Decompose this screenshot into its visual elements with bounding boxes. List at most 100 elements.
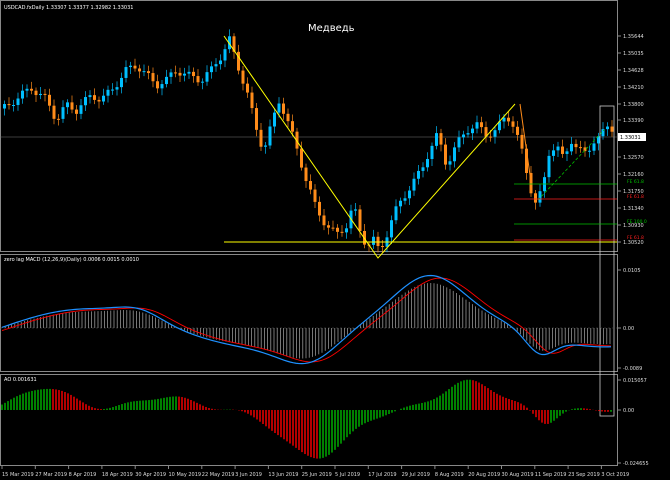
candle-body xyxy=(430,145,434,159)
candle-body xyxy=(610,126,614,132)
candle-body xyxy=(120,77,123,88)
candle-body xyxy=(457,137,461,148)
candle-body xyxy=(291,121,294,132)
candle-body xyxy=(277,103,281,113)
candle-body xyxy=(223,49,227,61)
date-tick-label: 13 Jun 2019 xyxy=(268,472,298,478)
candle-body xyxy=(300,148,303,168)
price-tick-label: 1.33800 xyxy=(623,102,644,108)
candle-body xyxy=(547,155,551,178)
date-tick-label: 20 Aug 2019 xyxy=(468,472,500,478)
candle-body xyxy=(34,90,38,96)
candle-body xyxy=(268,126,272,146)
candle-body xyxy=(282,103,285,114)
candle-body xyxy=(210,66,213,73)
candle-body xyxy=(516,126,519,135)
candle-body xyxy=(556,146,560,151)
candle-body xyxy=(97,99,101,102)
candle-body xyxy=(250,92,254,109)
fib-label: FE 61.8 xyxy=(627,235,644,241)
main-pane[interactable] xyxy=(0,0,618,252)
current-price-label: 1.33031 xyxy=(620,135,641,141)
candle-body xyxy=(570,143,573,152)
candle-body xyxy=(507,117,510,122)
price-tick-label: 1.34628 xyxy=(623,68,644,74)
macd-tick-label: -0.0089 xyxy=(623,366,642,372)
candle-body xyxy=(466,133,470,135)
candle-body xyxy=(579,147,582,149)
candle-body xyxy=(3,104,6,109)
candle-body xyxy=(174,72,177,74)
candle-body xyxy=(453,147,456,162)
candle-body xyxy=(84,97,87,106)
candle-body xyxy=(538,191,542,203)
candle-body xyxy=(381,246,384,248)
candle-body xyxy=(201,81,204,83)
candle-body xyxy=(142,71,146,73)
candle-body xyxy=(12,104,15,106)
ao-tick-label: 0.015057 xyxy=(623,378,647,384)
date-tick-label: 27 Mar 2019 xyxy=(35,472,67,478)
trading-chart[interactable]: USDCAD.fxDaily 1.33307 1.33377 1.32982 1… xyxy=(0,0,670,480)
candle-body xyxy=(169,72,173,77)
candle-body xyxy=(376,236,380,247)
date-tick-label: 17 Jul 2019 xyxy=(368,472,396,478)
candle-body xyxy=(151,73,155,82)
candle-body xyxy=(255,108,258,130)
candle-body xyxy=(160,84,164,89)
candle-body xyxy=(241,70,245,84)
price-tick-label: 1.34210 xyxy=(623,85,644,91)
candle-body xyxy=(66,102,69,108)
candle-body xyxy=(16,98,20,105)
ao-tick-label: 0.00 xyxy=(623,408,634,414)
candle-body xyxy=(412,178,416,191)
ao-pane[interactable] xyxy=(0,374,618,466)
candle-body xyxy=(111,89,114,91)
candle-body xyxy=(489,136,492,138)
candle-body xyxy=(43,93,47,95)
macd-tick-label: 0.00 xyxy=(623,326,634,332)
price-tick-label: 1.35035 xyxy=(623,51,644,57)
date-tick-label: 11 Sep 2019 xyxy=(535,472,567,478)
candle-body xyxy=(273,112,276,127)
candle-body xyxy=(322,215,326,226)
date-tick-label: 8 Apr 2019 xyxy=(69,472,97,478)
candle-body xyxy=(21,90,24,99)
candle-body xyxy=(70,102,74,110)
candle-body xyxy=(408,190,411,199)
candle-body xyxy=(552,150,555,156)
candle-body xyxy=(264,145,267,147)
candle-body xyxy=(156,81,159,89)
candle-body xyxy=(102,95,105,102)
price-tick-label: 1.31340 xyxy=(623,206,644,212)
candle-body xyxy=(115,87,119,90)
candle-body xyxy=(520,134,524,149)
date-tick-label: 3 Jun 2019 xyxy=(235,472,262,478)
candle-body xyxy=(372,236,375,245)
candle-body xyxy=(354,209,357,211)
date-tick-label: 30 Aug 2019 xyxy=(502,472,534,478)
candle-body xyxy=(25,88,29,91)
candle-body xyxy=(444,144,447,165)
candle-body xyxy=(394,206,398,221)
candle-body xyxy=(196,76,200,83)
annotation-label: Медведь xyxy=(308,23,355,34)
candle-body xyxy=(93,95,96,100)
candle-body xyxy=(462,134,465,138)
candle-body xyxy=(318,201,321,216)
candle-body xyxy=(52,105,56,119)
candle-body xyxy=(574,143,578,148)
candle-body xyxy=(147,71,150,74)
candle-body xyxy=(30,88,33,91)
candle-body xyxy=(7,104,11,106)
candle-body xyxy=(327,225,330,228)
date-tick-label: 18 Apr 2019 xyxy=(102,472,133,478)
candle-body xyxy=(336,227,339,232)
candle-body xyxy=(39,93,42,96)
candle-body xyxy=(331,227,335,229)
fib-label: FE 100.0 xyxy=(627,219,647,225)
candle-body xyxy=(138,68,141,72)
date-tick-label: 25 Jun 2019 xyxy=(302,472,332,478)
candle-body xyxy=(511,121,515,127)
candle-body xyxy=(493,130,497,137)
